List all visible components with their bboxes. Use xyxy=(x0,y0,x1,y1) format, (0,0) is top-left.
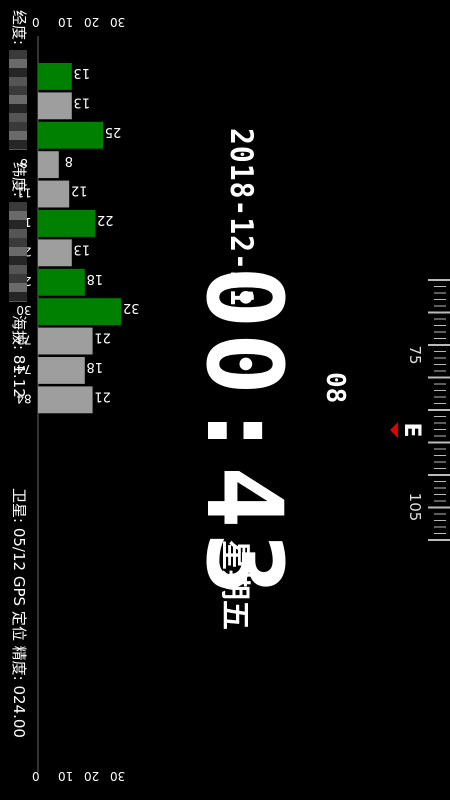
bar-value-3: 13 xyxy=(74,94,91,109)
signal-bar-7 xyxy=(38,121,103,149)
bar-value-74: 18 xyxy=(87,359,104,374)
latitude-label: 纬度: xyxy=(10,162,28,198)
latitude-row: 纬度: xyxy=(8,162,30,302)
y-tick-right-0: 0 xyxy=(32,769,40,783)
signal-bar-74 xyxy=(38,357,85,384)
bar-value-7: 25 xyxy=(105,124,122,139)
compass-canvas: 75 105 E xyxy=(390,279,450,541)
compass-dial[interactable]: 75 105 E xyxy=(380,260,450,560)
y-tick-right-1: 10 xyxy=(58,769,73,783)
signal-bar-1 xyxy=(38,63,72,90)
longitude-row: 经度: xyxy=(8,10,30,150)
signal-bar-30 xyxy=(38,298,122,326)
signal-bar-84 xyxy=(38,386,93,414)
altitude-row: 海拔: 81.12 xyxy=(8,315,30,398)
signal-bar-73 xyxy=(38,327,93,355)
longitude-label: 经度: xyxy=(10,10,28,46)
satellites-label: 卫星: xyxy=(10,488,28,524)
gps-status-row: 卫星: 05/12 GPS 定位 精度: 024.00 xyxy=(8,488,30,738)
y-tick-left-0: 0 xyxy=(32,15,40,29)
bar-value-30: 32 xyxy=(123,300,140,315)
compass-heading-letter: E xyxy=(399,422,424,437)
signal-bar-17 xyxy=(38,210,96,237)
bar-value-8: 8 xyxy=(65,153,73,168)
longitude-value-redacted xyxy=(9,49,28,150)
latitude-value-redacted xyxy=(9,201,28,302)
y-tick-left-2: 20 xyxy=(84,15,99,29)
y-tick-right-2: 20 xyxy=(84,769,99,783)
fix-status: GPS 定位 xyxy=(10,575,28,641)
bar-value-28: 18 xyxy=(87,271,104,286)
altitude-label: 海拔: xyxy=(10,315,28,351)
seconds-display: 08 xyxy=(320,372,350,404)
bar-value-73: 21 xyxy=(94,330,111,345)
compass-needle-icon xyxy=(390,422,398,438)
satellites-value: 05/12 xyxy=(10,527,28,572)
bar-value-11: 12 xyxy=(71,183,88,198)
bar-value-17: 22 xyxy=(97,212,114,227)
signal-bar-22 xyxy=(38,239,72,267)
y-tick-left-1: 10 xyxy=(58,15,73,29)
bar-value-22: 13 xyxy=(74,241,91,256)
y-tick-left-3: 30 xyxy=(110,15,125,29)
accuracy-label: 精度: xyxy=(10,645,28,681)
signal-bar-8 xyxy=(38,151,59,179)
signal-bar-11 xyxy=(37,180,70,208)
bar-value-1: 13 xyxy=(74,65,91,80)
compass-label-105: 105 xyxy=(406,493,424,522)
weekday-label: 星期五 xyxy=(217,540,252,630)
gps-dashboard: 0010102020303013113325788121122171322182… xyxy=(0,0,450,800)
signal-bar-28 xyxy=(38,268,85,296)
signal-bar-3 xyxy=(38,92,72,120)
compass-label-75: 75 xyxy=(406,345,424,364)
altitude-value: 81.12 xyxy=(10,354,28,398)
bar-value-84: 21 xyxy=(94,388,111,403)
accuracy-value: 024.00 xyxy=(10,685,28,738)
y-tick-right-3: 30 xyxy=(110,769,125,783)
